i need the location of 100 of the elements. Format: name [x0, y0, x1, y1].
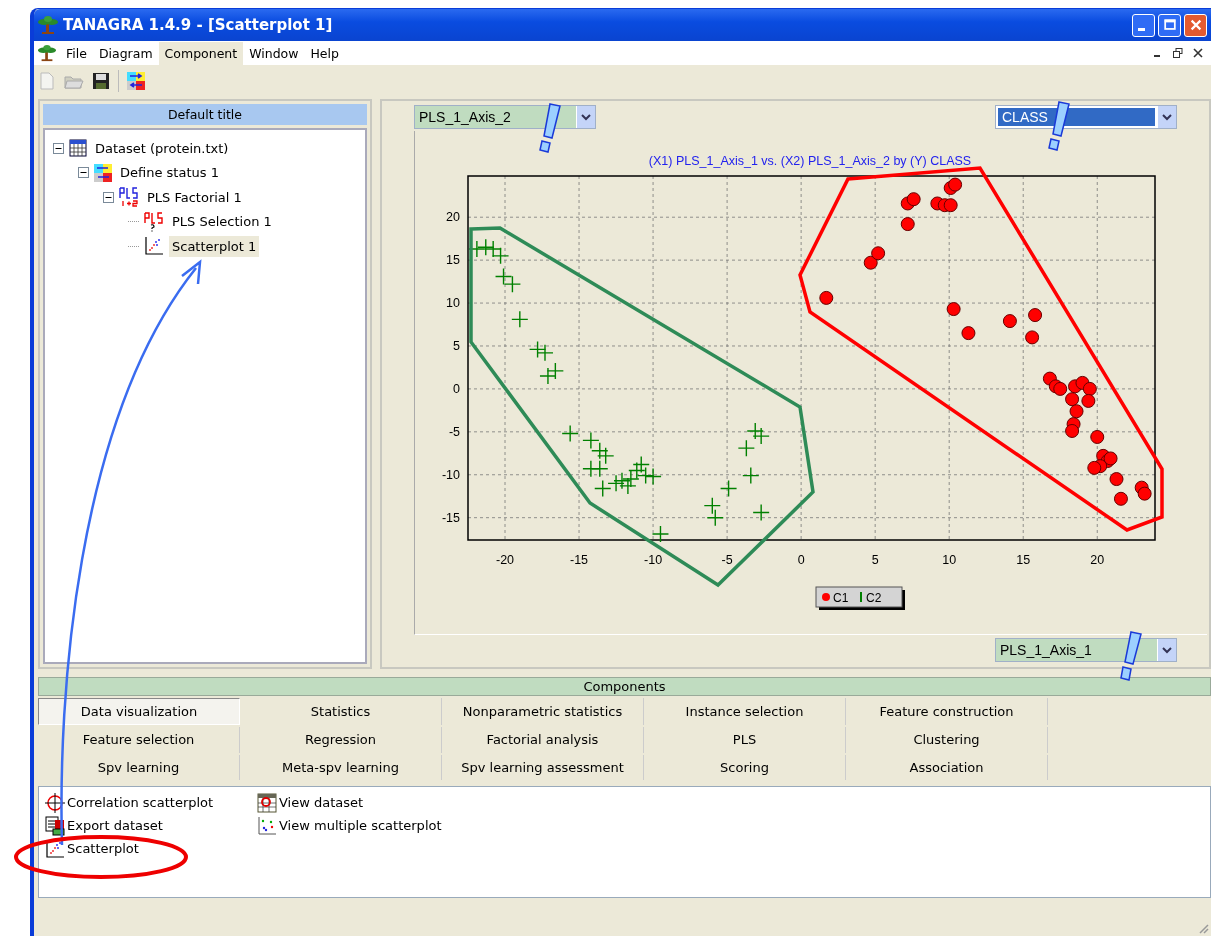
x-tick-label: -15 — [570, 553, 589, 567]
y-tick-label: -5 — [448, 424, 460, 439]
menu-item[interactable]: File — [60, 41, 93, 65]
component-tab[interactable]: Association — [846, 754, 1048, 780]
close-button[interactable] — [1184, 13, 1207, 37]
maximize-icon — [1162, 18, 1177, 32]
pls-icon — [144, 211, 164, 232]
component-tab[interactable]: Regression — [240, 727, 442, 753]
component-tab[interactable]: Nonparametric statistics — [442, 698, 644, 726]
minimize-button[interactable] — [1132, 13, 1155, 37]
y-tick-label: 5 — [453, 339, 460, 353]
data-point — [1087, 460, 1102, 475]
component-tab[interactable]: Meta-spv learning — [240, 754, 442, 780]
data-point — [900, 217, 915, 232]
data-point — [607, 474, 625, 493]
y-axis-dropdown[interactable]: PLS_1_Axis_2 — [414, 105, 596, 129]
export-icon — [45, 815, 65, 836]
data-point — [1025, 330, 1040, 345]
tree-item[interactable]: PLS Selection 1 — [169, 211, 275, 233]
save-icon[interactable] — [92, 72, 110, 90]
menu-item[interactable]: Window — [243, 41, 305, 65]
y-tick-label: 15 — [446, 253, 460, 268]
x-tick-label: 0 — [797, 553, 805, 567]
define-status-icon[interactable] — [127, 72, 145, 90]
data-point — [1053, 381, 1068, 396]
data-point — [1065, 423, 1080, 438]
dataset-view-icon — [257, 792, 277, 813]
maximize-button[interactable] — [1158, 13, 1181, 37]
data-point — [1109, 472, 1124, 487]
window-title: TANAGRA 1.4.9 - [Scatterplot 1] — [63, 16, 333, 34]
crosshair-icon — [45, 792, 65, 813]
y-tick-label: 10 — [446, 296, 460, 311]
data-point — [546, 362, 565, 380]
data-point — [1028, 308, 1043, 323]
x-tick-label: -10 — [644, 553, 663, 567]
y-tick-label: 0 — [453, 381, 460, 396]
data-point — [651, 525, 670, 543]
tool-list-item[interactable]: View dataset — [279, 795, 364, 810]
table-icon — [69, 139, 87, 158]
data-point — [752, 503, 770, 522]
collapse-icon[interactable] — [103, 191, 114, 203]
resize-grip-icon[interactable] — [1197, 922, 1209, 934]
data-point — [752, 427, 770, 445]
define-status-icon — [94, 163, 112, 182]
component-tab[interactable]: Feature construction — [846, 698, 1048, 726]
tree-item[interactable]: Define status 1 — [117, 162, 222, 184]
component-tab[interactable]: Scoring — [644, 754, 846, 780]
component-tab[interactable]: Feature selection — [38, 727, 240, 753]
y-tick-label: -15 — [441, 510, 460, 525]
data-point — [477, 238, 495, 256]
data-point — [561, 424, 579, 443]
component-tab[interactable]: Instance selection — [644, 698, 846, 726]
component-tab[interactable]: Factorial analysis — [442, 727, 644, 753]
tool-list-item[interactable]: View multiple scatterplot — [279, 818, 442, 833]
data-point — [539, 367, 557, 385]
y-tick-label: 20 — [446, 210, 460, 225]
class-dropdown[interactable]: CLASS — [995, 105, 1177, 129]
component-tab[interactable]: Data visualization — [38, 698, 240, 726]
close-icon[interactable] — [1193, 48, 1203, 58]
data-point — [1103, 451, 1118, 466]
close-icon — [1188, 18, 1203, 32]
exclamation-icon — [1048, 101, 1070, 151]
data-point — [1137, 486, 1152, 501]
data-point — [1090, 430, 1105, 444]
tool-list-item[interactable]: Scatterplot — [67, 841, 139, 856]
data-point — [511, 310, 529, 329]
exclamation-icon — [1120, 631, 1142, 681]
data-point — [491, 247, 510, 265]
tree-item[interactable]: Scatterplot 1 — [169, 235, 260, 257]
data-point — [871, 246, 886, 261]
tool-list-item[interactable]: Correlation scatterplot — [67, 795, 214, 810]
data-point — [1081, 393, 1096, 408]
component-tab[interactable]: Statistics — [240, 698, 442, 726]
data-point — [742, 466, 760, 485]
data-point — [594, 479, 612, 498]
data-point — [644, 467, 662, 486]
tool-list-item[interactable]: Export dataset — [67, 818, 163, 833]
component-tab[interactable]: Spv learning — [38, 754, 240, 780]
chart-title: (X1) PLS_1_Axis_1 vs. (X2) PLS_1_Axis_2 by (Y) CLASS — [648, 154, 972, 168]
y-tick-label: -10 — [441, 467, 460, 482]
restore-icon[interactable] — [1173, 48, 1183, 58]
component-tab[interactable]: PLS — [644, 727, 846, 753]
tree-item[interactable]: Dataset (protein.txt) — [92, 137, 232, 159]
menu-item[interactable]: Help — [304, 41, 345, 65]
menu-item[interactable]: Component — [158, 41, 244, 65]
exclamation-icon — [539, 103, 561, 153]
data-point — [591, 460, 609, 478]
menu-item[interactable]: Diagram — [92, 41, 159, 65]
tree-item[interactable]: PLS Factorial 1 — [144, 186, 245, 208]
collapse-icon[interactable] — [78, 167, 89, 179]
data-point — [622, 470, 640, 488]
x-tick-label: -5 — [721, 553, 733, 567]
component-tab[interactable]: Spv learning assessment — [442, 754, 644, 780]
data-point — [961, 326, 976, 341]
data-point — [591, 442, 609, 460]
collapse-icon[interactable] — [53, 142, 64, 154]
component-tab[interactable]: Clustering — [846, 727, 1048, 753]
data-point — [706, 509, 724, 527]
data-point — [528, 340, 547, 359]
x-axis-dropdown[interactable]: PLS_1_Axis_1 — [995, 638, 1177, 662]
